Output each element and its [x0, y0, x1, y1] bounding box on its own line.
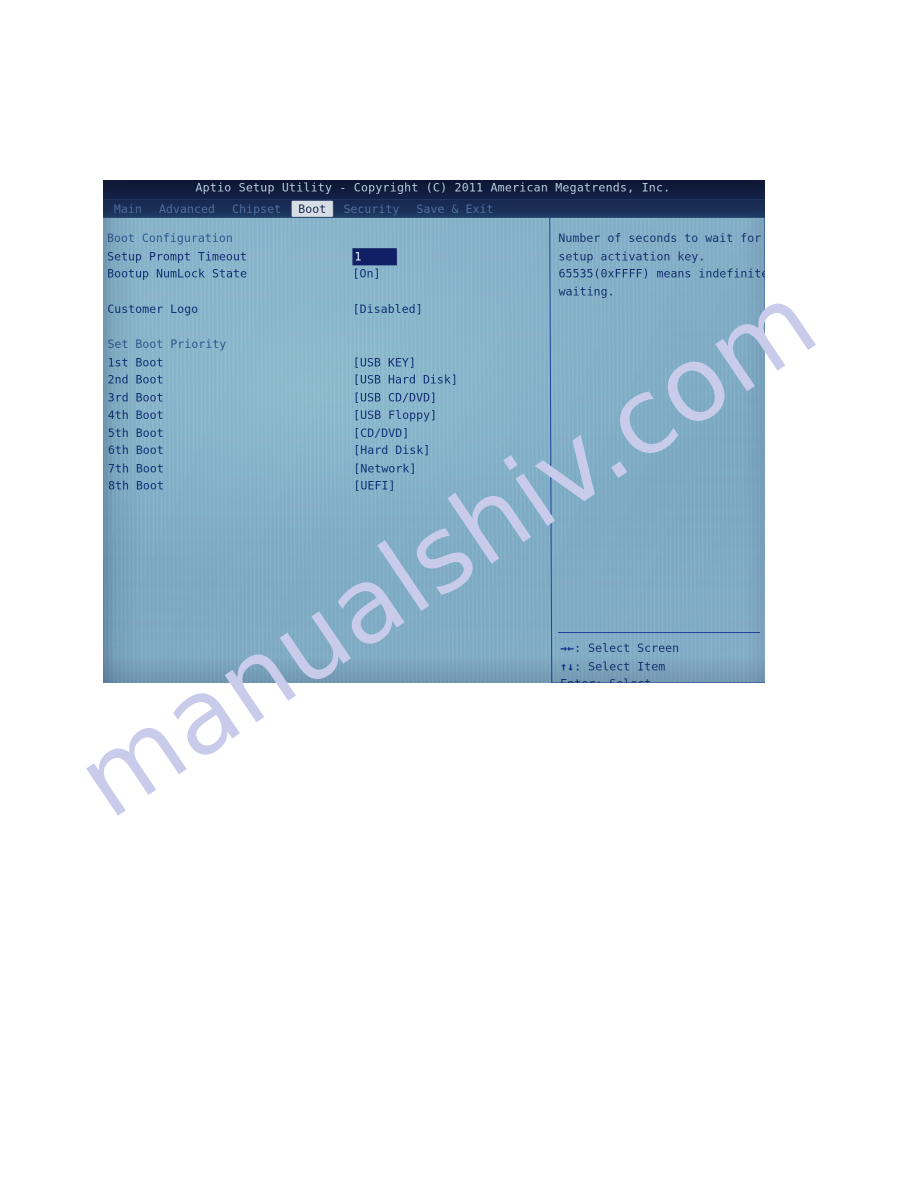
boot-priority-1-value[interactable]: [USB KEY] — [353, 354, 416, 372]
boot-priority-row-6[interactable]: 6th Boot [Hard Disk] — [108, 442, 549, 460]
settings-spacer-2 — [107, 318, 548, 336]
setup-prompt-timeout-value[interactable]: 1 — [352, 247, 397, 266]
section-heading-set-boot-priority: Set Boot Priority — [107, 336, 548, 354]
boot-priority-1-label: 1st Boot — [107, 354, 164, 369]
bios-settings-pane: Boot Configuration Setup Prompt Timeout … — [103, 218, 550, 683]
boot-priority-2-label: 2nd Boot — [107, 372, 164, 387]
boot-priority-7-value[interactable]: [Network] — [353, 460, 416, 478]
boot-priority-8-label: 8th Boot — [107, 478, 164, 493]
setting-row-setup-prompt-timeout[interactable]: Setup Prompt Timeout 1 — [106, 247, 548, 266]
boot-priority-row-7[interactable]: 7th Boot [Network] — [108, 460, 549, 478]
boot-priority-4-label: 4th Boot — [107, 407, 164, 422]
tab-chipset[interactable]: Chipset — [225, 201, 288, 217]
legend-sep-2: : — [595, 676, 609, 683]
section-heading-boot-configuration: Boot Configuration — [107, 230, 548, 248]
boot-priority-7-label: 7th Boot — [107, 460, 164, 475]
customer-logo-label: Customer Logo — [107, 301, 199, 316]
set-boot-priority-heading: Set Boot Priority — [107, 337, 227, 352]
boot-priority-3-value[interactable]: [USB CD/DVD] — [353, 389, 437, 407]
legend-action-select-item: Select Item — [588, 658, 666, 673]
legend-action-select-screen: Select Screen — [588, 641, 680, 656]
boot-configuration-heading: Boot Configuration — [106, 231, 233, 246]
boot-priority-8-value[interactable]: [UEFI] — [353, 477, 395, 495]
legend-action-select: Select — [609, 676, 651, 683]
legend-keys-arrows-vertical: ↑↓ — [560, 658, 575, 673]
boot-priority-row-5[interactable]: 5th Boot [CD/DVD] — [108, 424, 549, 442]
help-line-2: setup activation key. — [558, 248, 706, 263]
boot-priority-6-value[interactable]: [Hard Disk] — [353, 442, 430, 460]
boot-priority-row-1[interactable]: 1st Boot [USB KEY] — [107, 354, 548, 372]
setting-row-bootup-numlock-state[interactable]: Bootup NumLock State [On] — [107, 265, 548, 283]
bios-help-pane: Number of seconds to wait for setup acti… — [549, 217, 765, 683]
boot-priority-row-2[interactable]: 2nd Boot [USB Hard Disk] — [108, 371, 549, 389]
bios-setup-screen-photo: Aptio Setup Utility - Copyright (C) 2011… — [103, 180, 765, 683]
legend-keys-enter: Enter — [560, 676, 595, 683]
help-line-3: 65535(0xFFFF) means indefinite — [558, 266, 765, 281]
setting-row-customer-logo[interactable]: Customer Logo [Disabled] — [107, 301, 548, 319]
tab-advanced[interactable]: Advanced — [152, 201, 222, 217]
legend-row-select-item: ↑↓: Select Item — [560, 658, 714, 676]
help-pane-divider — [558, 631, 761, 633]
bootup-numlock-state-value[interactable]: [On] — [352, 265, 380, 283]
tab-save-and-exit[interactable]: Save & Exit — [409, 201, 500, 217]
tab-boot[interactable]: Boot — [291, 200, 334, 217]
legend-keys-arrows-horizontal: →← — [560, 641, 575, 656]
boot-priority-6-label: 6th Boot — [107, 443, 164, 458]
legend-row-select-screen: →←: Select Screen — [560, 640, 714, 658]
boot-priority-4-value[interactable]: [USB Floppy] — [353, 407, 437, 425]
setup-prompt-timeout-label: Setup Prompt Timeout — [106, 248, 247, 263]
tab-main[interactable]: Main — [107, 201, 149, 217]
legend-row-enter-select: Enter: Select — [560, 675, 714, 683]
customer-logo-value[interactable]: [Disabled] — [353, 301, 423, 319]
boot-priority-row-3[interactable]: 3rd Boot [USB CD/DVD] — [108, 389, 549, 407]
boot-priority-2-value[interactable]: [USB Hard Disk] — [353, 371, 458, 389]
help-line-1: Number of seconds to wait for — [558, 231, 762, 246]
boot-priority-5-label: 5th Boot — [107, 425, 164, 440]
help-line-4: waiting. — [558, 284, 615, 299]
bios-menu-tab-bar[interactable]: Main Advanced Chipset Boot Security Save… — [103, 199, 765, 218]
boot-priority-row-8[interactable]: 8th Boot [UEFI] — [108, 477, 549, 495]
tab-security[interactable]: Security — [336, 201, 406, 217]
bootup-numlock-state-label: Bootup NumLock State — [107, 266, 247, 281]
boot-priority-5-value[interactable]: [CD/DVD] — [353, 424, 409, 442]
bios-title-bar: Aptio Setup Utility - Copyright (C) 2011… — [103, 180, 765, 200]
settings-spacer-1 — [107, 283, 548, 301]
legend-sep-0: : — [574, 641, 589, 656]
bios-title-text: Aptio Setup Utility - Copyright (C) 2011… — [195, 180, 671, 195]
boot-priority-row-4[interactable]: 4th Boot [USB Floppy] — [108, 407, 549, 425]
boot-priority-3-label: 3rd Boot — [107, 390, 164, 405]
bios-key-legend: →←: Select Screen ↑↓: Select Item Enter:… — [560, 640, 715, 683]
legend-sep-1: : — [574, 658, 589, 673]
